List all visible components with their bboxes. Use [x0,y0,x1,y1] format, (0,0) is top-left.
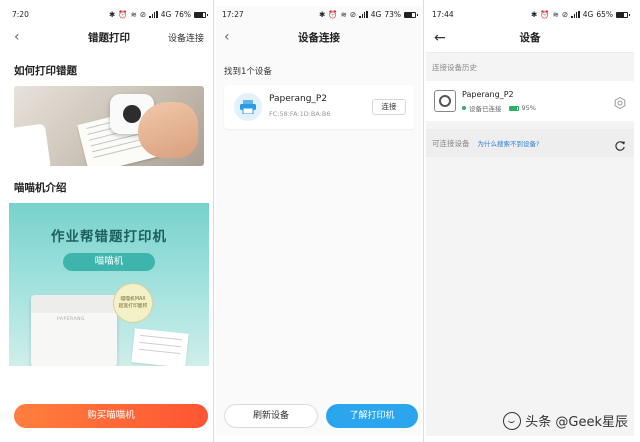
chevron-left-icon[interactable]: ‹ [224,30,244,44]
device-card[interactable]: Paperang_P2 FC:58:FA:1D:BA:B6 连接 [224,85,414,129]
refresh-icon[interactable] [614,137,626,156]
battery-icon [194,11,208,18]
network-label: 4G [160,10,172,19]
device-name: Paperang_P2 [462,90,514,99]
status-icons: ✱ ⏰ ≋ ⊘ 4G 73% [318,10,418,19]
device-mac: FC:58:FA:1D:BA:B6 [269,110,331,118]
toutiao-logo-icon [503,411,522,430]
nav-bar: ‹ 设备连接 [216,23,422,51]
sleeve-shape [14,123,52,166]
status-icons: ✱ ⏰ ≋ ⊘ 4G 76% [108,10,208,19]
watermark: 头条 @Geek星辰 [503,411,628,430]
history-label: 连接设备历史 [432,63,477,72]
connected-dot-icon [462,106,466,110]
status-time: 17:44 [432,10,454,19]
signal-icon [359,11,368,18]
device-status: 设备已连接 95% [462,103,536,113]
device-status-text: 设备已连接 [469,105,502,113]
page-title: 设备 [519,32,541,44]
nav-bar: ← 设备 [426,23,634,53]
history-device-row[interactable]: Paperang_P2 设备已连接 95% [426,81,634,121]
alarm-icon: ⏰ [540,10,550,19]
alarm-icon: ⏰ [328,10,338,19]
section-title-how-to-print: 如何打印错题 [14,65,77,77]
bluetooth-icon: ✱ [530,10,538,19]
signal-icon [149,11,158,18]
dnd-icon: ⊘ [561,10,569,19]
alarm-icon: ⏰ [118,10,128,19]
device-connect-link[interactable]: 设备连接 [168,31,204,44]
printer-icon [234,93,262,121]
promo-banner[interactable]: 作业帮错题打印机 喵喵机 PAPERANG 喵喵机MAX 超宽打印面积 [9,203,209,366]
learn-printer-button[interactable]: 了解打印机 [326,404,418,428]
battery-text: 65% [596,10,613,19]
battery-icon [404,11,418,18]
watermark-text: 头条 @Geek星辰 [525,415,628,430]
printer-device-icon [434,90,456,112]
dnd-icon: ⊘ [139,10,147,19]
battery-icon [616,11,630,18]
signal-icon [571,11,580,18]
printer-illustration: PAPERANG [31,295,117,366]
bluetooth-icon: ✱ [318,10,326,19]
badge-line2: 超宽打印面积 [118,304,148,309]
available-label: 可连接设备 [432,138,470,148]
promo-title: 作业帮错题打印机 [51,229,167,245]
found-devices-label: 找到1个设备 [224,67,272,77]
status-bar: 17:44 ✱ ⏰ ≋ ⊘ 4G 65% [426,6,634,23]
screen-mistake-print: 7:20 ✱ ⏰ ≋ ⊘ 4G 76% ‹ 错题打印 设备连接 如何打印错题 喵… [6,6,212,436]
status-bar: 17:27 ✱ ⏰ ≋ ⊘ 4G 73% [216,6,422,23]
hand-shape [138,102,198,158]
screen-device-connect: 17:27 ✱ ⏰ ≋ ⊘ 4G 73% ‹ 设备连接 找到1个设备 Paper… [216,6,422,436]
buy-button[interactable]: 购买喵喵机 [14,404,208,428]
connect-button[interactable]: 连接 [372,99,406,115]
device-battery-text: 95% [521,104,536,112]
device-battery-icon [508,105,519,111]
available-devices-bar: 可连接设备 为什么搜索不到设备? [426,129,634,157]
status-time: 7:20 [12,10,29,19]
divider [213,0,214,442]
page-title: 设备连接 [298,31,340,44]
status-icons: ✱ ⏰ ≋ ⊘ 4G 65% [530,10,630,19]
gear-icon[interactable] [614,94,626,113]
promo-badge: 喵喵机MAX 超宽打印面积 [113,283,153,323]
network-label: 4G [582,10,594,19]
how-to-print-photo[interactable] [14,86,204,166]
promo-pill: 喵喵机 [63,253,155,271]
wifi-icon: ≋ [552,10,559,19]
device-name: Paperang_P2 [269,94,328,104]
printer-lid [31,295,117,313]
arrow-left-icon[interactable]: ← [434,31,454,45]
network-label: 4G [370,10,382,19]
printed-note [131,328,189,366]
chevron-left-icon[interactable]: ‹ [14,30,34,44]
badge-line1: 喵喵机MAX [120,297,146,302]
screen-devices: 17:44 ✱ ⏰ ≋ ⊘ 4G 65% ← 设备 连接设备历史 Paperan… [426,6,634,436]
bluetooth-icon: ✱ [108,10,116,19]
battery-text: 76% [174,10,191,19]
refresh-devices-button[interactable]: 刷新设备 [224,404,318,428]
wifi-icon: ≋ [340,10,347,19]
dnd-icon: ⊘ [349,10,357,19]
section-title-intro: 喵喵机介绍 [14,182,67,194]
wifi-icon: ≋ [130,10,137,19]
status-time: 17:27 [222,10,244,19]
help-link[interactable]: 为什么搜索不到设备? [478,138,540,148]
printer-brand: PAPERANG [57,317,85,322]
battery-text: 73% [384,10,401,19]
nav-bar: ‹ 错题打印 设备连接 [6,23,212,51]
divider [423,0,424,442]
bottom-actions: 刷新设备 了解打印机 [224,404,418,428]
status-bar: 7:20 ✱ ⏰ ≋ ⊘ 4G 76% [6,6,212,23]
